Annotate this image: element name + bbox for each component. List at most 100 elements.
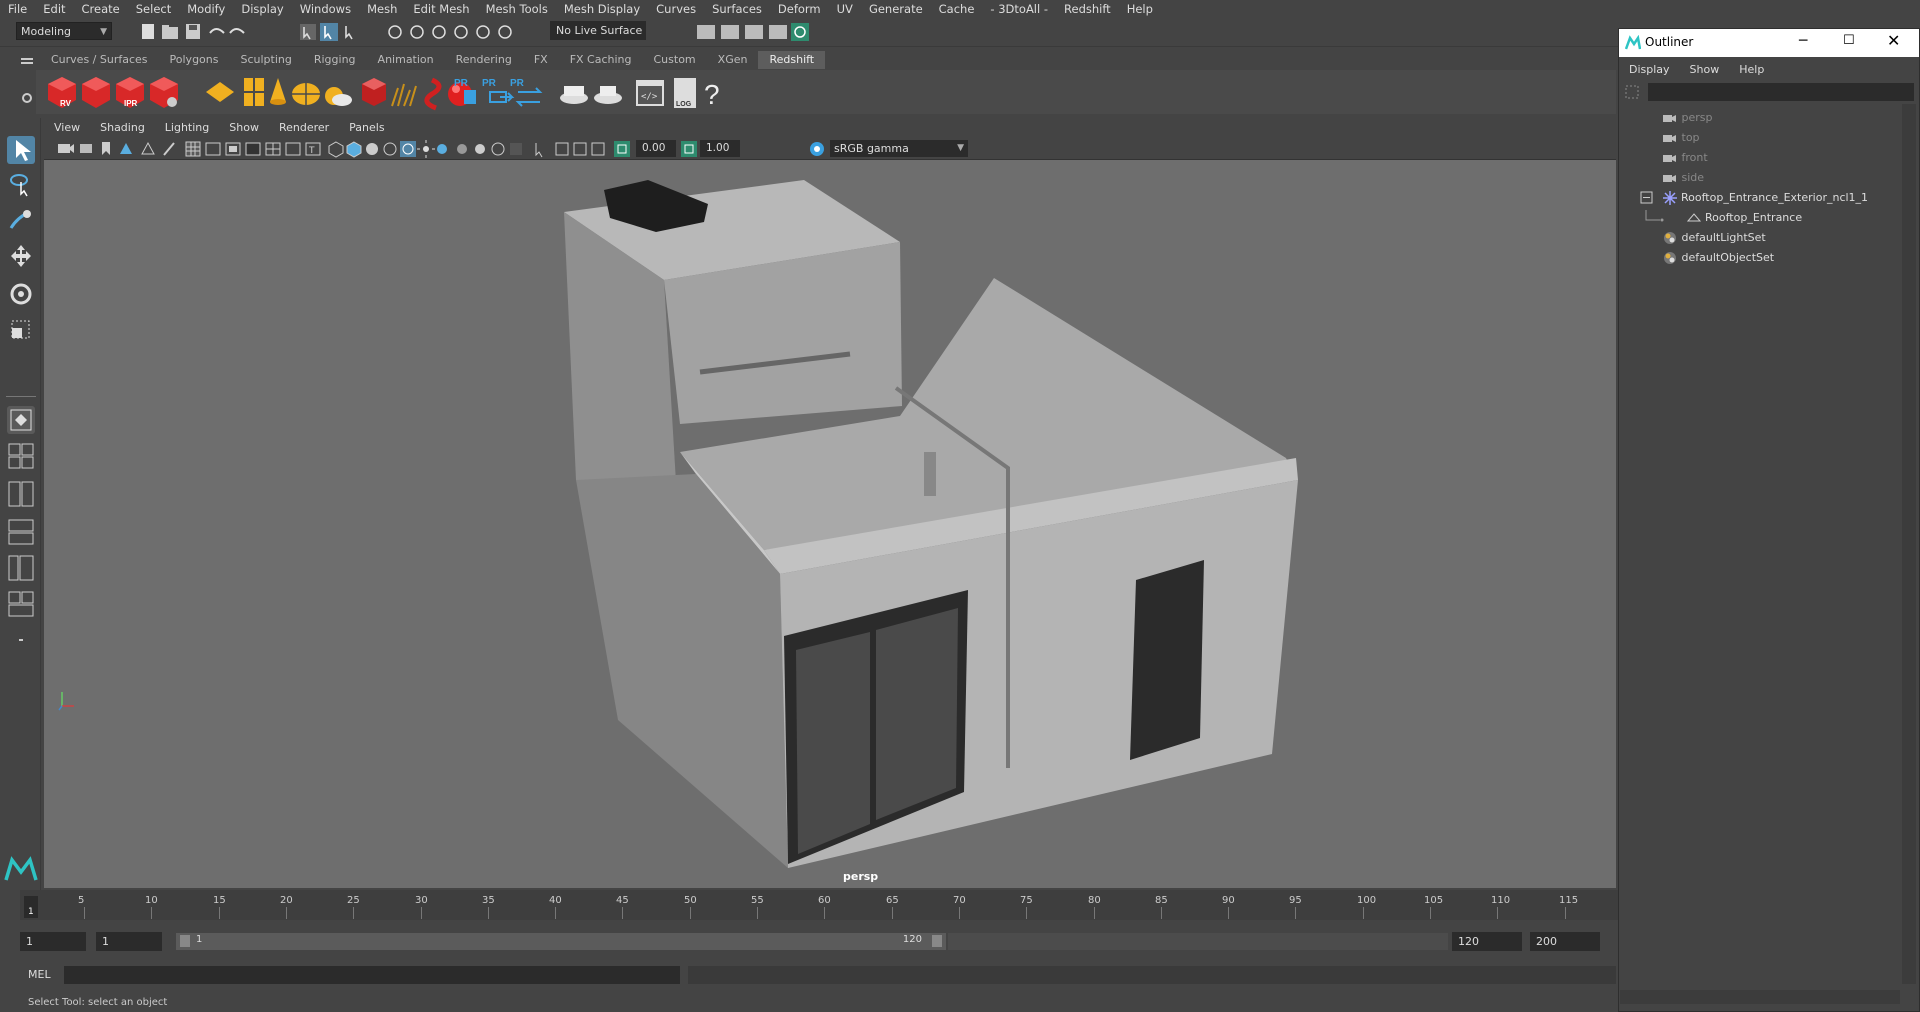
redshift-render-icon[interactable] (82, 77, 110, 108)
outliner-item-top[interactable]: top (1620, 128, 1910, 148)
rs-volume-icon[interactable] (391, 83, 417, 107)
outliner-item-group[interactable]: Rooftop_Entrance_Exterior_ncl1_1 (1620, 188, 1910, 208)
range-slider[interactable]: 1 120 (176, 933, 946, 950)
menu-redshift[interactable]: Redshift (1056, 2, 1119, 16)
render-view-icon[interactable] (791, 23, 809, 41)
outliner-item-mesh[interactable]: Rooftop_Entrance (1620, 208, 1910, 228)
open-scene-icon[interactable] (162, 25, 178, 39)
stacked-layout-button[interactable] (7, 518, 35, 546)
film-gate-icon[interactable] (205, 142, 221, 156)
outliner-search-input[interactable] (1648, 83, 1914, 101)
proxy-export-icon[interactable] (489, 91, 515, 103)
outliner-item-persp[interactable]: persp (1620, 108, 1910, 128)
menu-uv[interactable]: UV (829, 2, 861, 16)
snap-view-icon[interactable] (454, 25, 468, 39)
outliner-titlebar[interactable]: Outliner ─ ☐ ✕ (1619, 29, 1919, 57)
resolution-gate-icon[interactable] (225, 142, 241, 156)
menu-mesh-tools[interactable]: Mesh Tools (478, 2, 556, 16)
tab-polygons[interactable]: Polygons (159, 51, 230, 69)
menuset-dropdown[interactable]: Modeling ▼ (16, 22, 112, 40)
rs-proxy-icon[interactable] (362, 78, 386, 106)
menu-surfaces[interactable]: Surfaces (704, 2, 770, 16)
two-view-layout-button[interactable] (7, 480, 35, 508)
tab-custom[interactable]: Custom (643, 51, 707, 69)
outliner-item-front[interactable]: front (1620, 148, 1910, 168)
ipr-render-icon[interactable] (721, 25, 739, 39)
outliner-item-objectset[interactable]: defaultObjectSet (1620, 248, 1910, 268)
menu-edit[interactable]: Edit (35, 2, 73, 16)
backface-icon[interactable] (591, 142, 605, 156)
live-surface-field[interactable]: No Live Surface (550, 21, 646, 40)
single-view-layout-button[interactable] (7, 406, 35, 434)
panel-menu-panels[interactable]: Panels (339, 119, 394, 137)
menu-help[interactable]: Help (1119, 2, 1161, 16)
default-material-icon[interactable] (366, 143, 378, 155)
save-scene-icon[interactable] (186, 24, 200, 39)
depth-of-field-icon[interactable] (510, 143, 522, 155)
menu-cache[interactable]: Cache (931, 2, 983, 16)
new-scene-icon[interactable] (142, 24, 154, 39)
redshift-render-view-icon[interactable]: RV (48, 77, 76, 108)
menu-mesh-display[interactable]: Mesh Display (556, 2, 648, 16)
minimize-icon[interactable]: ─ (1799, 33, 1807, 49)
custom-layout-button[interactable] (7, 626, 35, 654)
hypershade-icon[interactable] (769, 25, 787, 39)
menu-windows[interactable]: Windows (292, 2, 359, 16)
animation-start-field[interactable]: 1 (20, 932, 86, 951)
tab-rigging[interactable]: Rigging (303, 51, 367, 69)
paint-select-tool-button[interactable] (7, 206, 35, 234)
render-settings-icon[interactable] (745, 25, 763, 39)
menu-deform[interactable]: Deform (770, 2, 829, 16)
menu-modify[interactable]: Modify (179, 2, 233, 16)
outliner-item-side[interactable]: side (1620, 168, 1910, 188)
bake-set-icon[interactable] (594, 86, 622, 104)
snap-surface-icon[interactable] (476, 25, 490, 39)
outliner-horizontal-scrollbar[interactable] (1620, 990, 1900, 1004)
log-icon[interactable]: LOG (674, 78, 696, 108)
bookmark-icon[interactable] (102, 142, 110, 155)
wireframe-icon[interactable] (328, 141, 344, 158)
grease-pencil-icon[interactable] (163, 142, 175, 156)
tab-rendering[interactable]: Rendering (445, 51, 523, 69)
menu-curves[interactable]: Curves (648, 2, 704, 16)
outliner-menu-display[interactable]: Display (1619, 63, 1680, 76)
snap-pivot-icon[interactable] (498, 25, 512, 39)
menu-select[interactable]: Select (128, 2, 179, 16)
use-all-lights-icon[interactable] (417, 140, 435, 158)
current-frame-marker[interactable]: 1 (24, 896, 38, 918)
gamma-toggle-icon[interactable] (680, 139, 698, 159)
grid-toggle-icon[interactable] (185, 141, 201, 157)
safe-action-icon[interactable] (285, 142, 301, 156)
menu-create[interactable]: Create (74, 2, 128, 16)
script-language-label[interactable]: MEL (28, 968, 51, 981)
screen-space-ao-icon[interactable] (457, 144, 467, 154)
textured-icon[interactable] (383, 142, 397, 156)
outliner-menu-help[interactable]: Help (1729, 63, 1774, 76)
rs-spot-light-icon[interactable] (270, 78, 286, 105)
redshift-settings-icon[interactable] (150, 77, 178, 108)
camera-lock-icon[interactable] (80, 144, 92, 153)
proxy-swap-icon[interactable] (515, 87, 543, 107)
outliner-layout-button[interactable] (7, 554, 35, 582)
2d-pan-zoom-icon[interactable] (141, 141, 155, 155)
gate-mask-icon[interactable] (245, 142, 261, 156)
select-component-icon[interactable] (345, 26, 353, 40)
menu-3dtoall[interactable]: - 3DtoAll - (982, 2, 1056, 16)
tab-animation[interactable]: Animation (367, 51, 445, 69)
exposure-toggle-icon[interactable] (614, 141, 630, 157)
safe-title-icon[interactable]: T (305, 142, 321, 156)
panel-menu-renderer[interactable]: Renderer (269, 119, 339, 137)
isolate-select-icon[interactable] (535, 143, 543, 158)
graph-layout-button[interactable] (7, 590, 35, 618)
shelf-menu-icon[interactable] (21, 58, 33, 64)
maximize-icon[interactable]: ☐ (1843, 33, 1855, 48)
menu-mesh[interactable]: Mesh (359, 2, 405, 16)
rs-dome-light-icon[interactable] (292, 83, 320, 105)
playback-start-field[interactable]: 1 (96, 932, 162, 951)
exposure-field[interactable]: 0.00 (636, 140, 676, 157)
rs-sun-light-icon[interactable] (325, 87, 352, 106)
gamma-field[interactable]: 1.00 (700, 140, 740, 157)
panel-menu-show[interactable]: Show (219, 119, 269, 137)
shelf-settings-icon[interactable] (22, 93, 32, 103)
anti-aliasing-icon[interactable] (491, 142, 505, 156)
